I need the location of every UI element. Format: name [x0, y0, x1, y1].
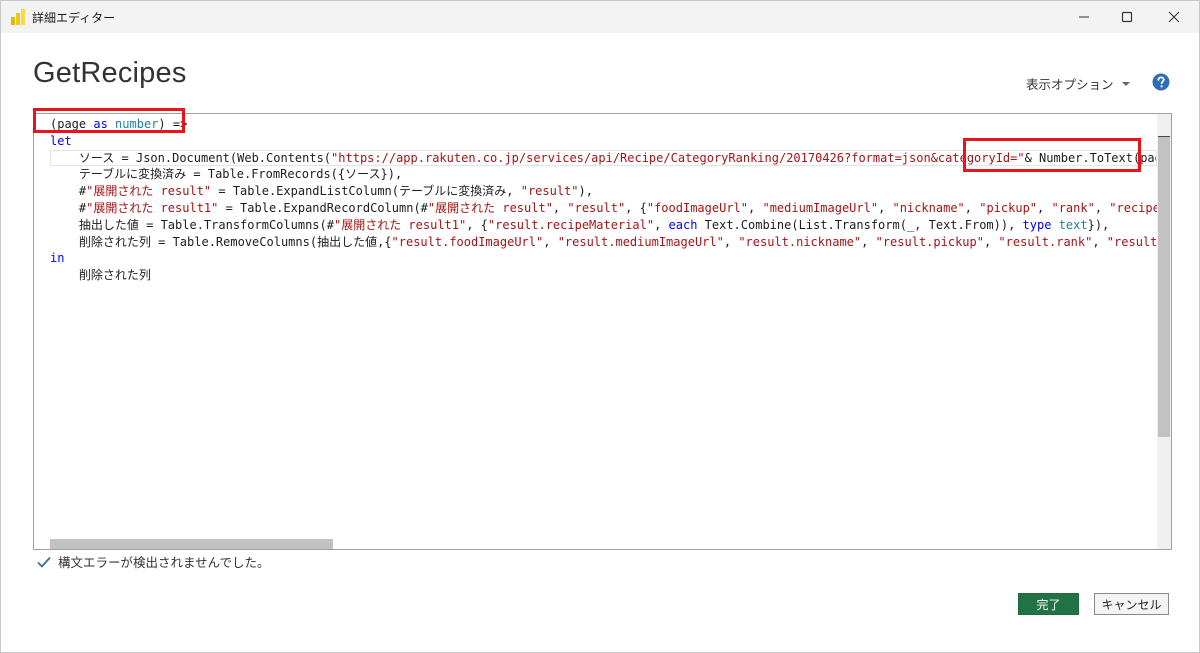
code-line[interactable]: 削除された列: [50, 267, 1157, 284]
code-line[interactable]: 削除された列 = Table.RemoveColumns(抽出した値,{"res…: [50, 234, 1171, 251]
code-token: ソース = Json.Document(Web.Contents(: [50, 150, 332, 165]
code-token: "展開された result": [86, 184, 212, 199]
code-token: "result.nickname": [738, 234, 862, 249]
code-token: }),: [1087, 217, 1110, 232]
code-token: in: [50, 251, 65, 266]
code-token: = Table.ExpandListColumn(テーブルに変換済み,: [211, 184, 521, 199]
code-token: Text.Combine(List.Transform(_, Text.From…: [697, 217, 1023, 232]
close-icon: [1168, 11, 1180, 23]
code-token: "mediumImageUrl": [762, 200, 879, 215]
code-token: , {: [466, 217, 488, 232]
code-token: ) =>: [158, 117, 188, 131]
code-token: "result.rank": [998, 234, 1093, 249]
code-line[interactable]: ソース = Json.Document(Web.Contents("https:…: [50, 149, 1171, 167]
code-line[interactable]: (page as number) =>: [50, 116, 1157, 133]
code-line[interactable]: in: [50, 250, 1157, 267]
code-token: ,: [983, 234, 999, 249]
code-token: "展開された result1": [86, 200, 219, 215]
code-token: ,: [552, 200, 568, 215]
code-token: "pickup": [979, 200, 1038, 215]
code-token: ,: [878, 200, 893, 215]
code-token: (page: [50, 117, 94, 131]
code-token: number: [115, 117, 159, 131]
code-token: "展開された result1": [333, 217, 467, 232]
code-token: as: [93, 117, 108, 131]
chevron-down-icon: [1121, 81, 1130, 86]
minimize-icon: [1079, 16, 1089, 18]
code-token: ,: [748, 200, 763, 215]
code-token: ,: [654, 217, 669, 232]
syntax-status: 構文エラーが検出されませんでした。: [37, 552, 270, 571]
code-token: ,: [964, 200, 980, 215]
code-line[interactable]: 抽出した値 = Table.TransformColumns(#"展開された r…: [50, 217, 1157, 234]
code-token: "result.recipeMaterial": [487, 217, 655, 232]
display-options-label: 表示オプション: [1026, 77, 1114, 92]
code-token: 抽出した値 = Table.TransformColumns(#: [50, 217, 334, 232]
code-token: 削除された列 = Table.RemoveColumns(抽出した値,{: [50, 234, 392, 249]
code-token: "rank": [1051, 200, 1095, 215]
display-options-dropdown[interactable]: 表示オプション: [1026, 74, 1130, 93]
query-title: GetRecipes: [33, 57, 187, 89]
code-token: ,: [1037, 200, 1052, 215]
code-token: ,: [723, 234, 739, 249]
code-token: each: [668, 217, 698, 232]
code-line[interactable]: テーブルに変換済み = Table.FromRecords({ソース}),: [50, 166, 1157, 183]
code-token: ,: [1092, 234, 1107, 249]
code-token: = Table.ExpandRecordColumn(#: [218, 200, 428, 215]
horizontal-scroll-thumb[interactable]: [50, 539, 333, 549]
code-token: "nickname": [892, 200, 965, 215]
maximize-icon: [1121, 11, 1133, 23]
close-button[interactable]: [1151, 1, 1197, 33]
code-line[interactable]: let: [50, 133, 1157, 150]
code-token: ,: [861, 234, 876, 249]
code-token: テーブルに変換済み = Table.FromRecords({ソース}),: [50, 167, 403, 182]
syntax-status-text: 構文エラーが検出されませんでした。: [58, 555, 270, 570]
code-lines[interactable]: (page as number) => let ソース = Json.Docume…: [50, 116, 1171, 284]
editor-gutter: [34, 114, 50, 549]
advanced-editor-window: 詳細エディター GetRecipes 表示オプション (page as numb…: [0, 0, 1200, 653]
cancel-button[interactable]: キャンセル: [1094, 593, 1169, 615]
vertical-scrollbar[interactable]: [1157, 114, 1171, 549]
code-token: ),: [578, 184, 593, 199]
code-token: 削除された列: [50, 268, 151, 283]
code-token: "result.mediumImageUrl": [557, 234, 724, 249]
code-token: let: [50, 133, 72, 148]
minimize-button[interactable]: [1061, 1, 1107, 33]
code-token: "result.pickup": [875, 234, 984, 249]
code-token: ,: [1094, 200, 1110, 215]
code-token: type: [1022, 217, 1052, 232]
code-token: ,: [543, 234, 558, 249]
checkmark-icon: [37, 556, 51, 568]
code-token: "展開された result": [427, 200, 553, 215]
window-title: 詳細エディター: [32, 11, 116, 25]
code-token: #: [50, 184, 87, 199]
code-line[interactable]: #"展開された result1" = Table.ExpandRecordCol…: [50, 200, 1171, 217]
code-token: "result": [567, 200, 626, 215]
done-button[interactable]: 完了: [1018, 593, 1079, 615]
code-token: "result.foodImageUrl": [391, 234, 544, 249]
code-token: "result": [520, 184, 579, 199]
code-token: #: [50, 200, 87, 215]
code-line[interactable]: #"展開された result" = Table.ExpandListColumn…: [50, 183, 1157, 200]
code-token: text: [1058, 217, 1088, 232]
power-bi-icon: [11, 9, 25, 25]
code-token: "https://app.rakuten.co.jp/services/api/…: [331, 150, 1025, 165]
code-token: , {: [625, 200, 647, 215]
vertical-scroll-thumb[interactable]: [1158, 137, 1170, 437]
code-token: "foodImageUrl": [646, 200, 749, 215]
code-token: & Number.ToText(page) &: [1024, 150, 1172, 165]
code-editor[interactable]: (page as number) => let ソース = Json.Docume…: [33, 113, 1172, 550]
title-bar: 詳細エディター: [1, 1, 1199, 33]
maximize-button[interactable]: [1104, 1, 1150, 33]
help-icon[interactable]: [1152, 73, 1170, 91]
